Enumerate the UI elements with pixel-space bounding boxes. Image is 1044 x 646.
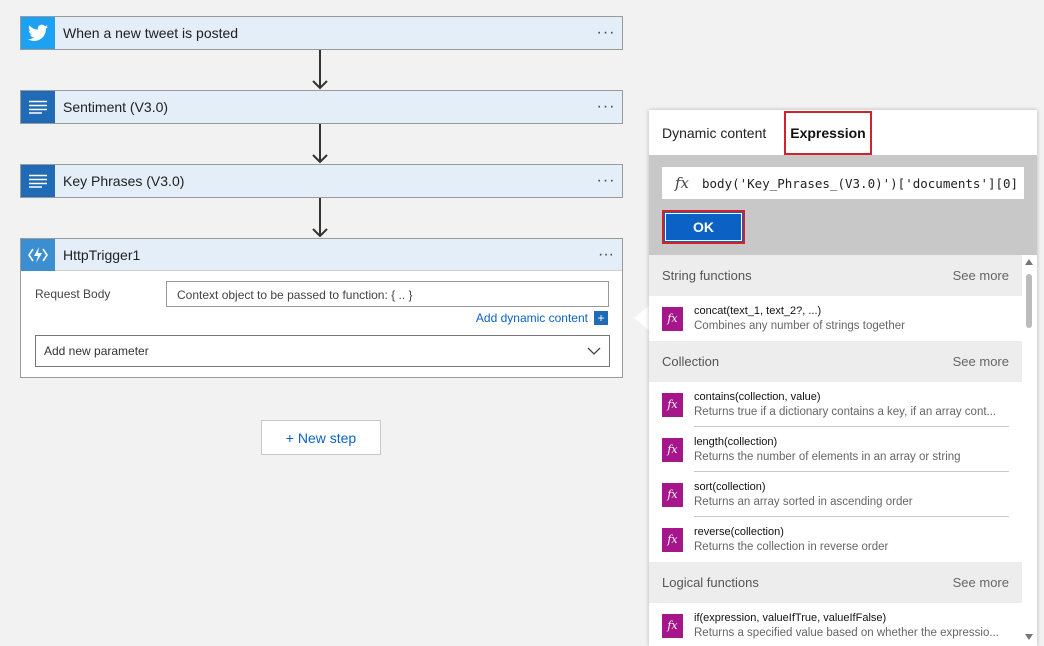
function-icon: fx xyxy=(662,527,683,552)
function-icon: fx xyxy=(662,392,683,417)
text-analytics-icon xyxy=(21,165,55,197)
see-more-link[interactable]: See more xyxy=(953,354,1009,369)
function-signature: sort(collection) xyxy=(694,481,766,493)
flow-step-http-trigger: HttpTrigger1 ··· Request Body Context ob… xyxy=(20,238,623,378)
function-signature: reverse(collection) xyxy=(694,526,784,538)
section-header-collection: Collection See more xyxy=(649,341,1022,382)
ok-button-label: OK xyxy=(665,213,742,241)
scrollbar-thumb[interactable] xyxy=(1026,274,1032,328)
section-header-logical-functions: Logical functions See more xyxy=(649,562,1022,603)
connector-arrow xyxy=(310,124,330,164)
http-trigger-header[interactable]: HttpTrigger1 ··· xyxy=(21,238,622,271)
function-icon: fx xyxy=(674,174,689,192)
step-label: HttpTrigger1 xyxy=(63,246,141,263)
function-item-length[interactable]: fx length(collection) Returns the number… xyxy=(649,427,1022,472)
more-options-icon[interactable]: ··· xyxy=(590,98,622,116)
section-title: Collection xyxy=(662,354,720,369)
see-more-link[interactable]: See more xyxy=(953,268,1009,283)
function-signature: contains(collection, value) xyxy=(694,391,821,403)
function-signature: if(expression, valueIfTrue, valueIfFalse… xyxy=(694,612,887,624)
function-description: Returns a specified value based on wheth… xyxy=(694,627,999,639)
flow-step-key-phrases[interactable]: Key Phrases (V3.0) ··· xyxy=(20,164,623,198)
plus-icon: + xyxy=(594,311,608,325)
text-analytics-icon xyxy=(21,91,55,123)
function-list: String functions See more fx concat(text… xyxy=(649,255,1022,646)
section-title: Logical functions xyxy=(662,575,759,590)
add-dynamic-content-label: Add dynamic content xyxy=(475,311,588,325)
function-item-if[interactable]: fx if(expression, valueIfTrue, valueIfFa… xyxy=(649,603,1022,646)
scroll-up-icon[interactable] xyxy=(1025,259,1033,265)
section-header-string-functions: String functions See more xyxy=(649,255,1022,296)
chevron-down-icon xyxy=(587,344,601,358)
expression-area: fx body('Key_Phrases_(V3.0)')['documents… xyxy=(649,155,1037,255)
scroll-down-icon[interactable] xyxy=(1025,634,1033,640)
expression-input[interactable]: fx body('Key_Phrases_(V3.0)')['documents… xyxy=(662,167,1024,199)
connector-arrow xyxy=(310,198,330,238)
step-label: Sentiment (V3.0) xyxy=(63,99,169,115)
tab-expression[interactable]: Expression xyxy=(784,111,872,155)
request-body-input[interactable]: Context object to be passed to function:… xyxy=(166,281,609,307)
azure-function-icon xyxy=(21,238,55,271)
more-options-icon[interactable]: ··· xyxy=(590,24,622,42)
add-new-parameter-dropdown[interactable]: Add new parameter xyxy=(35,335,610,367)
function-list-scrollbar[interactable] xyxy=(1022,255,1037,646)
function-icon: fx xyxy=(662,613,683,638)
function-item-concat[interactable]: fx concat(text_1, text_2?, ...) Combines… xyxy=(649,296,1022,341)
more-options-icon[interactable]: ··· xyxy=(590,246,622,264)
section-title: String functions xyxy=(662,268,752,283)
tab-dynamic-content[interactable]: Dynamic content xyxy=(662,125,766,141)
panel-tabs: Dynamic content Expression xyxy=(649,110,1037,155)
function-icon: fx xyxy=(662,437,683,462)
twitter-icon xyxy=(21,17,55,49)
panel-pointer xyxy=(634,305,650,331)
function-description: Returns an array sorted in ascending ord… xyxy=(694,496,913,508)
function-signature: concat(text_1, text_2?, ...) xyxy=(694,305,822,317)
flow-step-sentiment[interactable]: Sentiment (V3.0) ··· xyxy=(20,90,623,124)
function-description: Returns the collection in reverse order xyxy=(694,541,889,553)
function-signature: length(collection) xyxy=(694,436,778,448)
ok-button[interactable]: OK xyxy=(662,210,745,244)
function-item-contains[interactable]: fx contains(collection, value) Returns t… xyxy=(649,382,1022,427)
add-new-parameter-label: Add new parameter xyxy=(44,344,149,358)
new-step-button[interactable]: + New step xyxy=(261,420,381,455)
more-options-icon[interactable]: ··· xyxy=(590,172,622,190)
function-description: Combines any number of strings together xyxy=(694,320,905,332)
flow-step-new-tweet[interactable]: When a new tweet is posted ··· xyxy=(20,16,623,50)
step-label: Key Phrases (V3.0) xyxy=(63,173,185,189)
function-icon: fx xyxy=(662,306,683,331)
function-description: Returns true if a dictionary contains a … xyxy=(694,406,997,418)
connector-arrow xyxy=(310,50,330,90)
expression-text: body('Key_Phrases_(V3.0)')['documents'][… xyxy=(702,175,1019,191)
request-body-label: Request Body xyxy=(35,287,111,301)
function-description: Returns the number of elements in an arr… xyxy=(694,451,961,463)
dynamic-content-panel: Dynamic content Expression fx body('Key_… xyxy=(649,110,1037,646)
function-icon: fx xyxy=(662,482,683,507)
see-more-link[interactable]: See more xyxy=(953,575,1009,590)
function-item-reverse[interactable]: fx reverse(collection) Returns the colle… xyxy=(649,517,1022,562)
step-label: When a new tweet is posted xyxy=(63,25,239,41)
add-dynamic-content-link[interactable]: Add dynamic content + xyxy=(476,311,608,325)
function-item-sort[interactable]: fx sort(collection) Returns an array sor… xyxy=(649,472,1022,517)
